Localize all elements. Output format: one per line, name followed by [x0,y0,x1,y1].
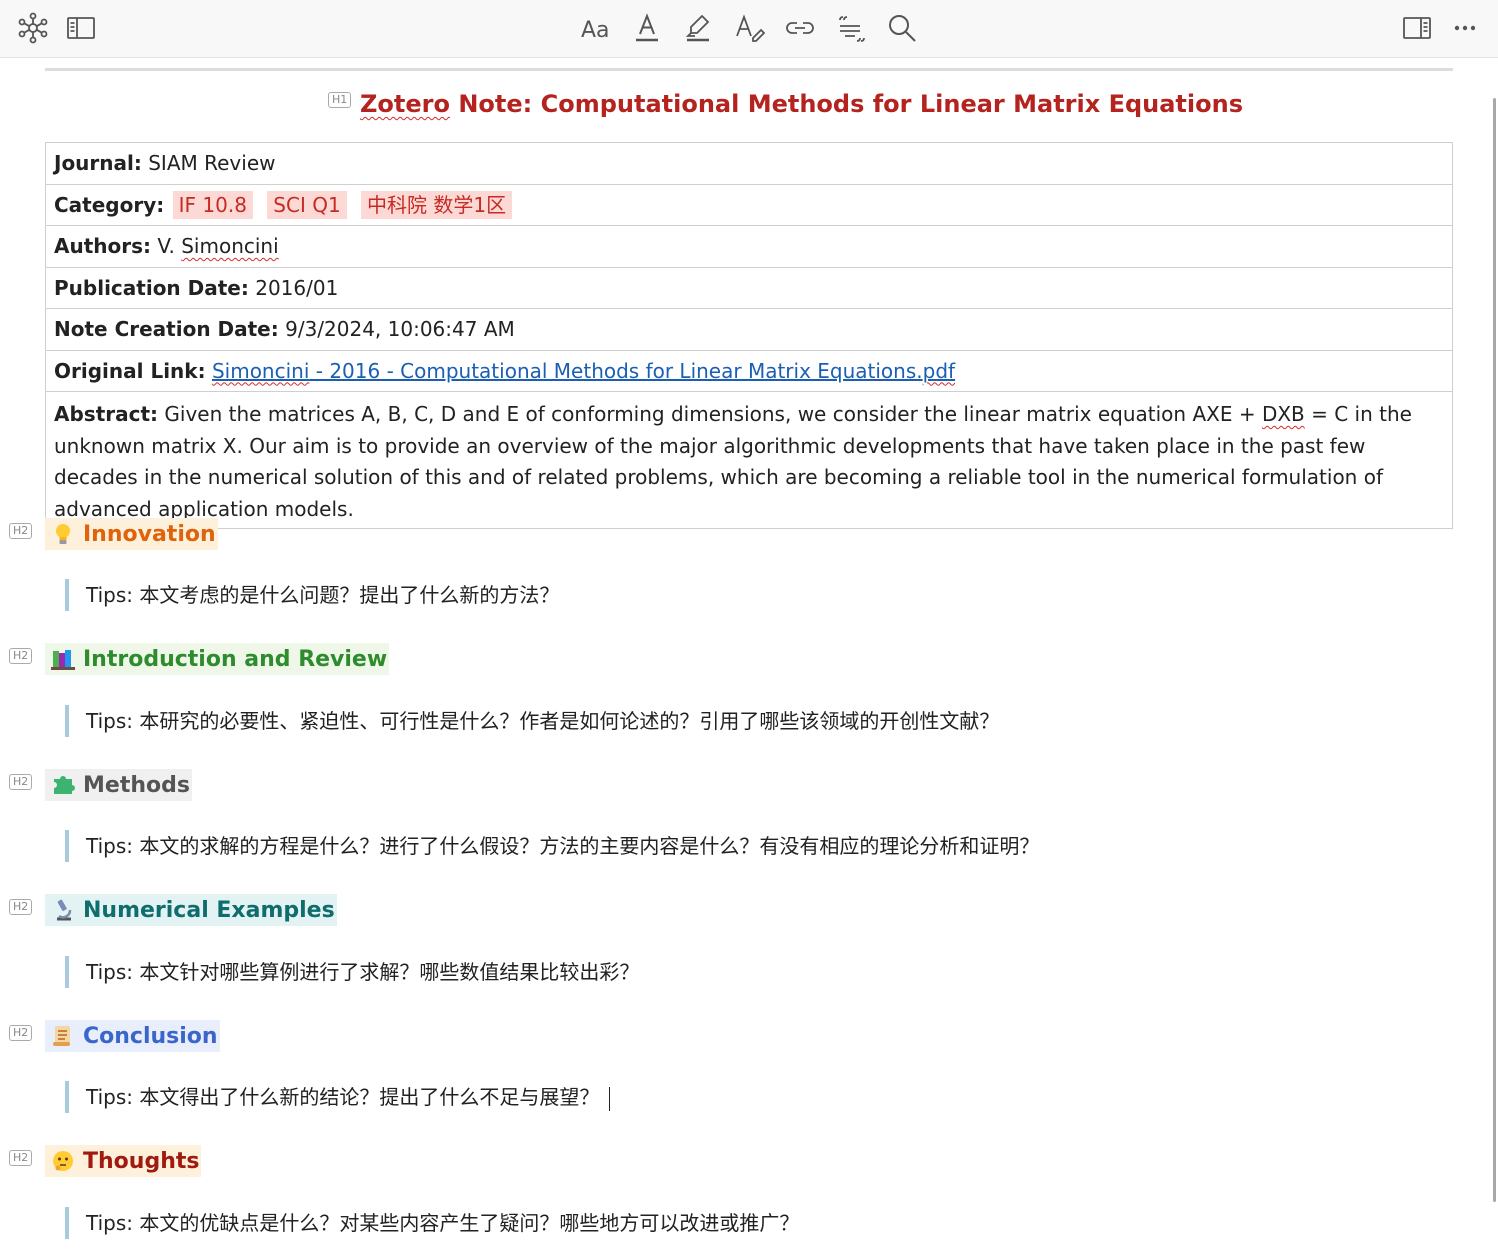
sidebar-toggle-button[interactable] [60,8,102,48]
highlight-button[interactable] [677,8,719,48]
graph-view-icon [18,12,48,44]
category-label: Category: [54,192,165,217]
abstract-label: Abstract: [54,402,159,426]
clear-format-icon [736,14,765,42]
publication-date-row: Publication Date: 2016/01 [46,268,1452,309]
heading-level-badge: H2 [9,1025,33,1041]
authors-label: Authors: [54,234,152,258]
section-title: Innovation [83,521,216,547]
note-editor[interactable]: H1 Zotero Note: Computational Methods fo… [0,58,1494,1254]
section-heading-introduction: Introduction and Review [45,643,390,675]
puzzle-icon [49,773,77,797]
authors-row: Authors: V. Simoncini [46,226,1452,268]
thinking-face-icon [49,1149,77,1173]
context-pane-icon [1403,17,1431,39]
journal-value: SIAM Review [148,151,276,175]
authors-prefix: V. [157,234,182,258]
heading-level-badge: H2 [9,1150,33,1166]
link-button[interactable] [779,8,821,48]
category-row: Category: IF 10.8 SCI Q1 中科院 数学1区 [46,185,1452,226]
svg-text:Aa: Aa [581,18,610,43]
section-title: Thoughts [83,1148,200,1174]
authors-value: Simoncini [181,234,279,258]
search-button[interactable] [881,8,923,48]
citation-button[interactable] [830,8,872,48]
heading-level-badge: H2 [9,648,33,664]
page-title: Zotero Note: Computational Methods for L… [360,90,1243,118]
graph-view-button[interactable] [12,8,54,48]
text-size-icon: Aa [581,18,610,43]
text-color-button[interactable] [626,8,668,48]
abstract-text: Given the matrices A, B, C, D and E of c… [158,402,1262,426]
abstract-row: Abstract: Given the matrices A, B, C, D … [46,392,1452,528]
link-text: - 2016 - Computational Methods for Linea… [309,358,923,383]
citation-icon [839,16,865,42]
section-title: Introduction and Review [83,646,388,672]
heading-level-badge: H2 [9,523,33,539]
books-icon [49,647,77,671]
context-pane-button[interactable] [1396,8,1438,48]
scroll-icon [49,1024,77,1048]
heading-level-badge: H2 [9,899,33,915]
section-heading-numerical-examples: Numerical Examples [45,894,337,926]
metadata-table: Journal: SIAM Review Category: IF 10.8 S… [45,142,1453,529]
clear-format-button[interactable] [728,8,770,48]
text-cursor [609,1086,611,1111]
section-tip: Tips: 本文的优缺点是什么？对某些内容产生了疑问？哪些地方可以改进或推广？ [65,1207,799,1239]
category-tag: 中科院 数学1区 [361,190,513,219]
link-icon [786,22,814,34]
note-toolbar: Aa [0,0,1498,58]
sidebar-toggle-icon [67,17,95,39]
title-text: Note: Computational Methods for Linear M… [449,90,1243,118]
microscope-icon [49,898,77,922]
more-options-icon [1454,25,1476,31]
section-tip: Tips: 本研究的必要性、紧迫性、可行性是什么？作者是如何论述的？引用了哪些该… [65,705,999,737]
more-options-button[interactable] [1444,8,1486,48]
publication-date-value: 2016/01 [255,275,339,300]
highlight-icon [685,14,710,42]
creation-date-value: 9/3/2024, 10:06:47 AM [285,317,515,341]
link-word-misspelled: Simoncini [211,358,310,383]
section-tip: Tips: 本文的求解的方程是什么？进行了什么假设？方法的主要内容是什么？有没有… [65,830,1039,862]
link-extension: pdf [922,358,956,383]
category-tag: IF 10.8 [172,190,253,219]
section-title: Methods [83,772,190,798]
section-heading-methods: Methods [45,769,192,801]
creation-date-label: Note Creation Date: [54,317,279,341]
section-heading-thoughts: Thoughts [45,1145,202,1177]
original-pdf-link[interactable]: Simoncini - 2016 - Computational Methods… [212,359,955,383]
heading-level-badge: H2 [9,774,33,790]
publication-date-label: Publication Date: [54,275,249,300]
section-tip: Tips: 本文针对哪些算例进行了求解？哪些数值结果比较出彩？ [65,956,639,988]
lightbulb-icon [49,522,77,546]
journal-label: Journal: [54,151,142,175]
search-icon [889,15,916,42]
category-tag: SCI Q1 [267,190,347,219]
section-heading-conclusion: Conclusion [45,1020,220,1052]
title-word-misspelled: Zotero [360,90,450,118]
abstract-misspelled-word: DXB [1261,402,1305,426]
horizontal-rule [45,68,1453,71]
text-color-icon [636,13,658,42]
section-heading-innovation: Innovation [45,518,218,550]
section-tip-text: Tips: 本文得出了什么新的结论？提出了什么不足与展望？ [86,1085,600,1109]
text-size-button[interactable]: Aa [575,8,617,48]
section-title: Conclusion [83,1023,218,1049]
creation-date-row: Note Creation Date: 9/3/2024, 10:06:47 A… [46,309,1452,351]
section-title: Numerical Examples [83,897,335,923]
original-link-label: Original Link: [54,358,206,383]
heading-level-badge: H1 [328,92,352,108]
section-tip[interactable]: Tips: 本文得出了什么新的结论？提出了什么不足与展望？ [65,1081,611,1113]
journal-row: Journal: SIAM Review [46,143,1452,185]
original-link-row: Original Link: Simoncini - 2016 - Comput… [46,351,1452,392]
section-tip: Tips: 本文考虑的是什么问题？提出了什么新的方法？ [65,579,559,611]
